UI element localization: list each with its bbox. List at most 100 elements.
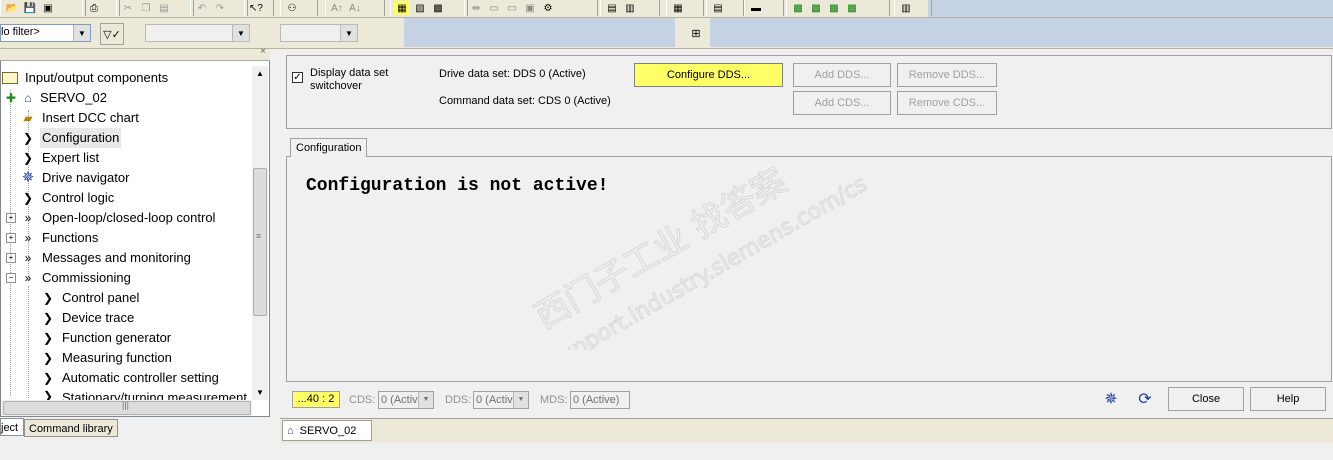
chevron-down-icon[interactable]: ▼ bbox=[418, 392, 433, 408]
tree-item[interactable]: Input/output components bbox=[2, 68, 170, 88]
chevron-down-icon[interactable]: ▼ bbox=[340, 25, 357, 41]
tree-item[interactable]: » Functions bbox=[20, 228, 100, 248]
main-toolbar: 📂 💾 ▣ ⎙ ✂ ❐ ▤ ↶ ↷ ↖? ⚇ A↑ A↓ ▦ ▧ ▩ ⇹ ▭ ▭… bbox=[0, 0, 1333, 18]
tab-command-library[interactable]: Command library bbox=[24, 419, 118, 437]
configure-dds-button[interactable]: Configure DDS... bbox=[634, 63, 783, 87]
open-icon[interactable]: 📂 bbox=[4, 1, 20, 15]
tree-item[interactable]: ❯ Configuration bbox=[20, 128, 122, 148]
tree-item[interactable]: ❯ Automatic controller setting bbox=[40, 368, 221, 388]
measure-3-icon[interactable]: ▩ bbox=[826, 1, 842, 15]
sort-desc-icon[interactable]: A↓ bbox=[347, 1, 363, 15]
tree-item[interactable]: ❯ Measuring function bbox=[40, 348, 174, 368]
print-icon[interactable]: ⎙ bbox=[86, 1, 102, 15]
tab-project[interactable]: ject bbox=[0, 418, 24, 436]
device-icon[interactable]: ▣ bbox=[522, 1, 538, 15]
upload-icon[interactable]: ▭ bbox=[504, 1, 520, 15]
connect-icon[interactable]: ⇹ bbox=[468, 1, 484, 15]
expand-icon[interactable]: + bbox=[6, 213, 16, 223]
chevron-down-icon[interactable]: ▼ bbox=[73, 25, 90, 41]
copy-icon[interactable]: ❐ bbox=[138, 1, 154, 15]
save-compile-icon[interactable]: ▣ bbox=[40, 1, 56, 15]
tree-item[interactable]: ❯ Control logic bbox=[20, 188, 116, 208]
object-select[interactable]: ▼ bbox=[145, 24, 250, 42]
window-toolbar-group: ▥ bbox=[894, 0, 932, 16]
download-icon[interactable]: ▭ bbox=[486, 1, 502, 15]
tree-item[interactable]: ❯ Device trace bbox=[40, 308, 136, 328]
add-dds-button[interactable]: Add DDS... bbox=[793, 63, 891, 87]
edit-toolbar-group: ✂ ❐ ▤ bbox=[116, 0, 194, 16]
drive-unit-icon: ⌂ bbox=[287, 424, 294, 437]
layout-icon[interactable]: ⊞ bbox=[685, 24, 707, 42]
tools-icon[interactable]: ▤ bbox=[604, 1, 620, 15]
chevron-down-icon[interactable]: ▼ bbox=[232, 25, 249, 41]
help-button[interactable]: Help bbox=[1250, 387, 1326, 411]
measure-1-icon[interactable]: ▩ bbox=[790, 1, 806, 15]
accessible-nodes-icon[interactable]: ⚇ bbox=[284, 1, 300, 15]
dds-select[interactable]: 0 (Activ ▼ bbox=[473, 391, 529, 409]
tab-servo-02[interactable]: ⌂ SERVO_02 bbox=[282, 420, 372, 441]
drive-navigator-icon[interactable]: ✵ bbox=[1100, 389, 1122, 409]
tab-label: ject bbox=[1, 422, 19, 434]
tree-item[interactable]: ✵ Drive navigator bbox=[20, 168, 131, 188]
trace-icon[interactable]: ▦ bbox=[670, 1, 686, 15]
tree-item[interactable]: ❯ Stationary/turning measurement bbox=[40, 388, 252, 400]
folder-icon bbox=[2, 72, 18, 84]
navigator-header: × bbox=[0, 46, 270, 61]
tree-item[interactable]: » Commissioning bbox=[20, 268, 133, 288]
tree-item[interactable]: ❯ Expert list bbox=[20, 148, 101, 168]
context-help-icon[interactable]: ↖? bbox=[248, 1, 264, 15]
remove-cds-button[interactable]: Remove CDS... bbox=[897, 91, 997, 115]
close-icon[interactable]: × bbox=[260, 46, 266, 57]
tree-item[interactable]: » Messages and monitoring bbox=[20, 248, 193, 268]
tab-configuration[interactable]: Configuration bbox=[290, 138, 368, 157]
refresh-icon[interactable]: ⟳ bbox=[1134, 389, 1156, 409]
scroll-down-icon[interactable]: ▼ bbox=[256, 388, 264, 397]
paste-icon[interactable]: ▤ bbox=[156, 1, 172, 15]
chart-icon[interactable]: ▧ bbox=[412, 1, 428, 15]
window-icon[interactable]: ▥ bbox=[898, 1, 914, 15]
tree-item-label: Insert DCC chart bbox=[42, 110, 139, 125]
file-toolbar-group: 📂 💾 ▣ bbox=[0, 0, 86, 16]
double-chevron-icon: » bbox=[24, 271, 32, 285]
list-icon[interactable]: ▤ bbox=[710, 1, 726, 15]
command-data-set-label: Command data set: CDS 0 (Active) bbox=[439, 95, 611, 107]
measure-2-icon[interactable]: ▩ bbox=[808, 1, 824, 15]
tree-item[interactable]: » Open-loop/closed-loop control bbox=[20, 208, 217, 228]
chevron-down-icon[interactable]: ▼ bbox=[513, 392, 528, 408]
redo-icon[interactable]: ↷ bbox=[212, 1, 228, 15]
control-panel-icon[interactable]: ▬ bbox=[748, 1, 764, 15]
sort-asc-icon[interactable]: A↑ bbox=[329, 1, 345, 15]
cds-select[interactable]: 0 (Activ ▼ bbox=[378, 391, 434, 409]
network-config-icon[interactable]: ▩ bbox=[430, 1, 446, 15]
toolbar-empty-area bbox=[710, 18, 1333, 47]
scroll-up-icon[interactable]: ▲ bbox=[256, 69, 264, 78]
chevron-right-icon: ❯ bbox=[42, 389, 54, 400]
expand-icon[interactable]: + bbox=[6, 233, 16, 243]
tree-hscroll-thumb[interactable]: ||| bbox=[3, 400, 251, 415]
save-icon[interactable]: 💾 bbox=[22, 1, 38, 15]
cds-value: 0 (Activ bbox=[381, 394, 418, 406]
expand-icon[interactable]: + bbox=[6, 253, 16, 263]
editor-tab-bar bbox=[280, 418, 1333, 443]
reports-icon[interactable]: ▥ bbox=[622, 1, 638, 15]
trace-toolbar-group: ▦ bbox=[666, 0, 704, 16]
control-toolbar-group: ▬ bbox=[744, 0, 784, 16]
filter-funnel-icon[interactable]: ▽✓ bbox=[100, 23, 124, 45]
close-button[interactable]: Close bbox=[1168, 387, 1244, 411]
cut-icon[interactable]: ✂ bbox=[120, 1, 136, 15]
filter-select[interactable]: lo filter> ▼ bbox=[0, 24, 91, 42]
tree-item[interactable]: ▰ Insert DCC chart bbox=[20, 108, 141, 128]
view-select[interactable]: ▼ bbox=[280, 24, 358, 42]
hw-config-icon[interactable]: ▦ bbox=[394, 1, 410, 15]
display-switchover-checkbox[interactable]: ✓ bbox=[292, 72, 303, 83]
measure-4-icon[interactable]: ▩ bbox=[844, 1, 860, 15]
remove-dds-button[interactable]: Remove DDS... bbox=[897, 63, 997, 87]
tree-item[interactable]: ❯ Control panel bbox=[40, 288, 141, 308]
undo-icon[interactable]: ↶ bbox=[194, 1, 210, 15]
tree-scroll-thumb[interactable]: ≡ bbox=[253, 168, 267, 316]
tree-item[interactable]: ❯ Function generator bbox=[40, 328, 173, 348]
tree-item[interactable]: ✚ ⌂ SERVO_02 bbox=[2, 88, 109, 108]
collapse-icon[interactable]: − bbox=[6, 273, 16, 283]
diagnostics-icon[interactable]: ⚙ bbox=[540, 1, 556, 15]
add-cds-button[interactable]: Add CDS... bbox=[793, 91, 891, 115]
